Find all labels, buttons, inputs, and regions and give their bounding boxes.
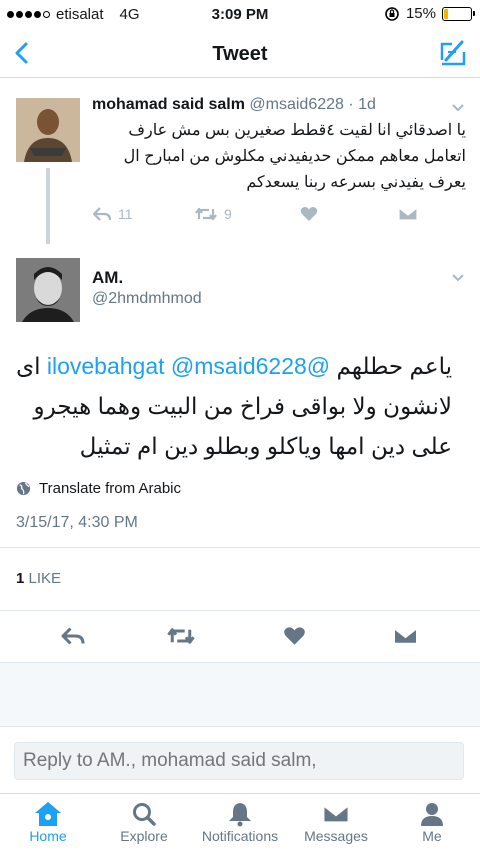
envelope-icon — [398, 207, 418, 221]
like-label: LIKE — [28, 570, 62, 587]
tab-label: Home — [29, 828, 67, 844]
reply-button[interactable]: 11 — [92, 206, 133, 222]
message-button[interactable] — [393, 626, 418, 646]
empty-replies-area — [0, 662, 480, 726]
message-button[interactable] — [398, 206, 418, 222]
tweet-lead-text: ياعم حطلهم — [336, 353, 452, 379]
avatar[interactable] — [16, 98, 80, 162]
tab-home[interactable]: Home — [0, 800, 96, 844]
like-button[interactable] — [300, 206, 318, 222]
person-icon — [421, 803, 443, 826]
envelope-icon — [393, 627, 418, 645]
search-icon — [133, 803, 156, 826]
tab-messages[interactable]: Messages — [288, 800, 384, 844]
retweet-button[interactable]: 9 — [194, 206, 232, 222]
status-bar: etisalat 4G 3:09 PM 15% — [0, 0, 480, 30]
heart-icon — [300, 207, 318, 221]
like-count: 1 — [16, 570, 25, 587]
mention-link[interactable]: @msaid6228 — [171, 353, 307, 379]
translate-link[interactable]: Translate from Arabic — [16, 480, 181, 497]
tweet-actions — [0, 616, 480, 660]
tweet-body: ياعم حطلهم @ilovebahgat @msaid6228 اى لا… — [16, 346, 452, 466]
reply-icon — [61, 627, 85, 645]
user-photo-icon — [16, 98, 80, 162]
reply-count: 11 — [118, 206, 133, 222]
rotation-lock-icon — [385, 6, 399, 21]
retweet-button[interactable] — [166, 626, 196, 646]
avatar[interactable] — [16, 258, 80, 322]
reply-button[interactable] — [60, 626, 86, 646]
user-photo-icon — [16, 258, 80, 322]
envelope-icon — [322, 804, 350, 824]
battery-icon — [442, 6, 475, 21]
translate-label[interactable]: Translate from Arabic — [39, 480, 181, 497]
parent-tweet[interactable]: mohamad said salm @msaid6228 · 1d يا اصد… — [0, 86, 480, 246]
tweet-actions: 11 9 — [92, 206, 442, 230]
chevron-down-icon[interactable] — [450, 100, 466, 116]
like-button[interactable] — [283, 626, 306, 646]
tab-label: Explore — [120, 828, 168, 844]
thread-connector — [46, 168, 50, 244]
heart-icon — [284, 627, 305, 645]
tab-me[interactable]: Me — [384, 800, 480, 844]
page-title: Tweet — [212, 43, 268, 65]
likes-summary[interactable]: 1 LIKE — [0, 547, 480, 611]
globe-icon — [16, 481, 31, 496]
compose-icon[interactable] — [438, 38, 468, 68]
author-handle[interactable]: @2hmdmhmod — [92, 290, 202, 308]
retweet-icon — [195, 207, 217, 221]
tab-label: Messages — [304, 828, 368, 844]
tab-explore[interactable]: Explore — [96, 800, 192, 844]
bell-icon — [229, 803, 251, 827]
battery-percent: 15% — [405, 5, 436, 22]
tweet-header: mohamad said salm @msaid6228 · 1d — [92, 96, 376, 114]
chevron-down-icon[interactable] — [450, 270, 466, 286]
retweet-count: 9 — [224, 206, 232, 222]
author-name[interactable]: AM. — [92, 268, 123, 288]
tab-bar: Home Explore Notifications Messages Me — [0, 793, 480, 853]
tweet-timestamp: 3/15/17, 4:30 PM — [16, 514, 138, 531]
author-name[interactable]: mohamad said salm — [92, 96, 245, 113]
tweet-text: يا اصدقائي انا لقيت ٤قطط صغيرين بس مش عا… — [123, 122, 466, 191]
tab-label: Me — [422, 828, 442, 844]
tab-label: Notifications — [201, 828, 279, 844]
reply-input[interactable] — [14, 742, 464, 780]
author-handle: @msaid6228 · 1d — [249, 96, 376, 113]
reply-icon — [92, 207, 112, 221]
home-icon — [35, 802, 61, 826]
nav-bar: Tweet — [0, 30, 480, 78]
retweet-icon — [167, 628, 195, 644]
reply-bar — [0, 726, 480, 792]
tab-notifications[interactable]: Notifications — [192, 800, 288, 844]
